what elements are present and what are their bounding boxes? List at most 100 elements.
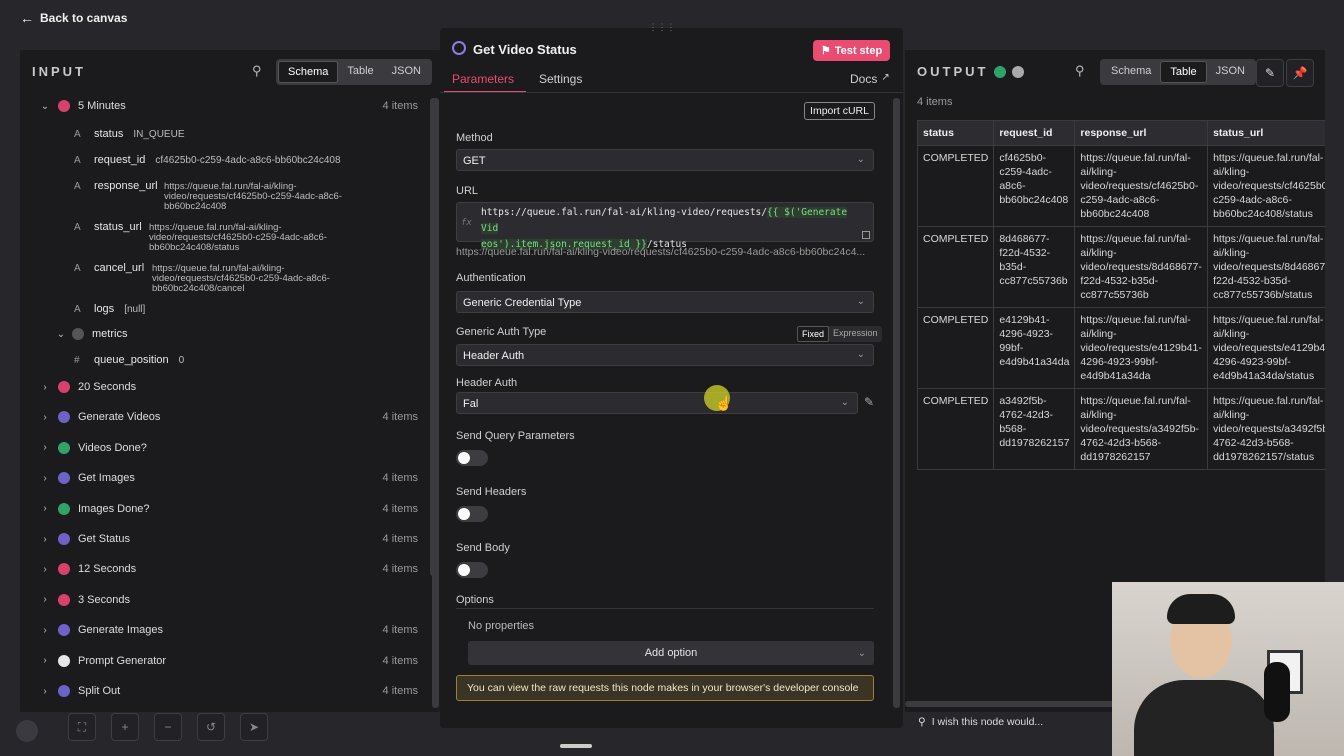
tab-parameters[interactable]: Parameters [452, 72, 514, 86]
edit-output-button[interactable]: ✎ [1256, 59, 1284, 87]
docs-link[interactable]: Docs ↗ [850, 72, 890, 86]
tab-settings[interactable]: Settings [539, 72, 582, 86]
chevron-right-icon: › [43, 533, 47, 545]
back-to-canvas-button[interactable]: ← Back to canvas [20, 10, 127, 26]
node-title[interactable]: Get Video Status [473, 42, 577, 57]
chevron-down-icon: ⌄ [856, 154, 865, 165]
test-step-label: Test step [834, 44, 883, 57]
url-expression-input[interactable]: fx https://queue.fal.run/fal-ai/kling-vi… [456, 202, 874, 250]
info-icon[interactable] [1012, 65, 1025, 78]
avatar[interactable] [16, 720, 38, 742]
input-view-table[interactable]: Table [338, 61, 382, 83]
input-node-item[interactable]: › 12 Seconds 4 items [38, 563, 418, 576]
string-type-icon: A [74, 221, 81, 233]
method-select[interactable]: GET ⌄ [456, 149, 874, 171]
send-query-toggle[interactable] [456, 450, 488, 466]
table-cell[interactable]: https://queue.fal.run/fal- ai/kling- vid… [1207, 388, 1325, 470]
bottom-handle[interactable] [560, 744, 592, 748]
input-node-item[interactable]: › Generate Videos 4 items [38, 411, 418, 424]
input-node-item[interactable]: › Prompt Generator 4 items [38, 654, 418, 667]
add-option-dropdown[interactable]: Add option ⌄ [468, 641, 874, 665]
input-node-item[interactable]: › Generate Images 4 items [38, 624, 418, 637]
input-node-item[interactable]: › Split Out 4 items [38, 685, 418, 697]
chevron-right-icon: › [43, 411, 47, 423]
output-table-wrapper: status request_id response_url status_url C… [917, 120, 1325, 470]
fit-view-button[interactable]: ⛶ [68, 713, 96, 741]
input-node-item[interactable]: › Videos Done? [38, 441, 418, 454]
search-icon[interactable]: ⚲ [1075, 63, 1085, 79]
table-cell[interactable]: https://queue.fal.run/fal- ai/kling- vid… [1074, 388, 1209, 470]
input-view-json[interactable]: JSON [383, 61, 430, 83]
generic-auth-select[interactable]: Header Auth ⌄ [456, 344, 874, 366]
field-cancel-url[interactable]: A cancel_url [74, 262, 154, 274]
table-cell[interactable]: https://queue.fal.run/fal- ai/kling- vid… [1207, 307, 1325, 389]
input-node-count: 4 items [382, 624, 418, 637]
input-root-node[interactable]: ⌄ 5 Minutes 4 items [38, 100, 418, 112]
field-status-url[interactable]: A status_url [74, 221, 152, 233]
input-node-item[interactable]: › Get Images 4 items [38, 472, 418, 485]
input-node-item[interactable]: › Images Done? 4 items [38, 502, 418, 515]
pin-output-button[interactable]: 📌 [1286, 59, 1314, 87]
output-table: status request_id response_url status_url C… [917, 120, 1325, 470]
input-node-label: Split Out [78, 685, 121, 697]
params-scrollbar[interactable] [893, 98, 900, 708]
column-header[interactable]: request_id [993, 120, 1076, 146]
table-cell[interactable]: COMPLETED [917, 145, 995, 227]
chevron-right-icon: › [43, 472, 47, 484]
expression-option[interactable]: Expression [829, 326, 882, 342]
table-cell[interactable]: COMPLETED [917, 226, 995, 308]
expand-icon[interactable] [862, 231, 870, 239]
table-cell[interactable]: a3492f5b- 4762-42d3- b568- dd1978262157 [993, 388, 1076, 470]
column-header[interactable]: response_url [1074, 120, 1209, 146]
table-cell[interactable]: 8d468677- f22d-4532- b35d- cc877c55736b [993, 226, 1076, 308]
header-auth-select[interactable]: Fal ⌄ [456, 392, 858, 414]
input-node-item[interactable]: › 20 Seconds [38, 381, 418, 393]
table-cell[interactable]: https://queue.fal.run/fal- ai/kling- vid… [1074, 307, 1209, 389]
column-header[interactable]: status_url [1207, 120, 1325, 146]
zoom-in-button[interactable]: + [111, 713, 139, 741]
input-node-label: 12 Seconds [78, 563, 137, 576]
input-node-item[interactable]: › 3 Seconds [38, 593, 418, 606]
input-node-item[interactable]: › Get Status 4 items [38, 533, 418, 545]
field-logs[interactable]: A logs [null] [74, 303, 145, 315]
authentication-select[interactable]: Generic Credential Type ⌄ [456, 291, 874, 313]
input-node-count: 4 items [382, 411, 418, 424]
field-response-url[interactable]: A response_url [74, 180, 168, 192]
field-request-id[interactable]: A request_id cf4625b0-c259-4adc-a8c6-bb6… [74, 154, 341, 166]
field-metrics[interactable]: ⌄ metrics [54, 328, 137, 340]
fixed-option[interactable]: Fixed [797, 326, 830, 342]
input-view-schema[interactable]: Schema [278, 61, 339, 83]
output-view-json[interactable]: JSON [1207, 61, 1254, 83]
input-node-label: Generate Images [78, 624, 163, 637]
field-queue-position[interactable]: # queue_position 0 [74, 354, 184, 366]
table-cell[interactable]: https://queue.fal.run/fal- ai/kling- vid… [1074, 145, 1209, 227]
import-curl-button[interactable]: Import cURL [804, 102, 875, 120]
drag-handle-icon[interactable]: ⋮⋮⋮ [647, 22, 677, 32]
external-link-icon: ↗ [881, 72, 890, 83]
pencil-icon[interactable]: ✎ [864, 395, 874, 409]
table-cell[interactable]: https://queue.fal.run/fal- ai/kling- vid… [1074, 226, 1209, 308]
zoom-out-button[interactable]: − [154, 713, 182, 741]
chevron-down-icon: ⌄ [857, 647, 866, 659]
input-root-count: 4 items [382, 100, 418, 112]
reset-zoom-button[interactable]: ↺ [197, 713, 225, 741]
feedback-prompt[interactable]: ⚲ I wish this node would... [918, 716, 1043, 728]
search-icon[interactable]: ⚲ [252, 63, 262, 79]
table-cell[interactable]: COMPLETED [917, 388, 995, 470]
output-view-table[interactable]: Table [1160, 61, 1207, 83]
pin-icon: 📌 [1292, 66, 1308, 80]
field-status[interactable]: A status IN_QUEUE [74, 128, 184, 140]
table-cell[interactable]: https://queue.fal.run/fal- ai/kling- vid… [1207, 145, 1325, 227]
table-cell[interactable]: https://queue.fal.run/fal- ai/kling- vid… [1207, 226, 1325, 308]
column-header[interactable]: status [917, 120, 995, 146]
table-cell[interactable]: COMPLETED [917, 307, 995, 389]
send-body-toggle[interactable] [456, 562, 488, 578]
send-headers-label: Send Headers [456, 486, 527, 498]
table-cell[interactable]: cf4625b0- c259-4adc- a8c6- bb60bc24c408 [993, 145, 1076, 227]
tidy-up-button[interactable]: ➤ [240, 713, 268, 741]
table-cell[interactable]: e4129b41- 4296-4923- 99bf- e4d9b41a34da [993, 307, 1076, 389]
test-step-button[interactable]: ⚑ Test step [813, 40, 890, 61]
output-view-schema[interactable]: Schema [1102, 61, 1160, 83]
send-headers-toggle[interactable] [456, 506, 488, 522]
params-scrollbar-left[interactable] [432, 98, 439, 708]
